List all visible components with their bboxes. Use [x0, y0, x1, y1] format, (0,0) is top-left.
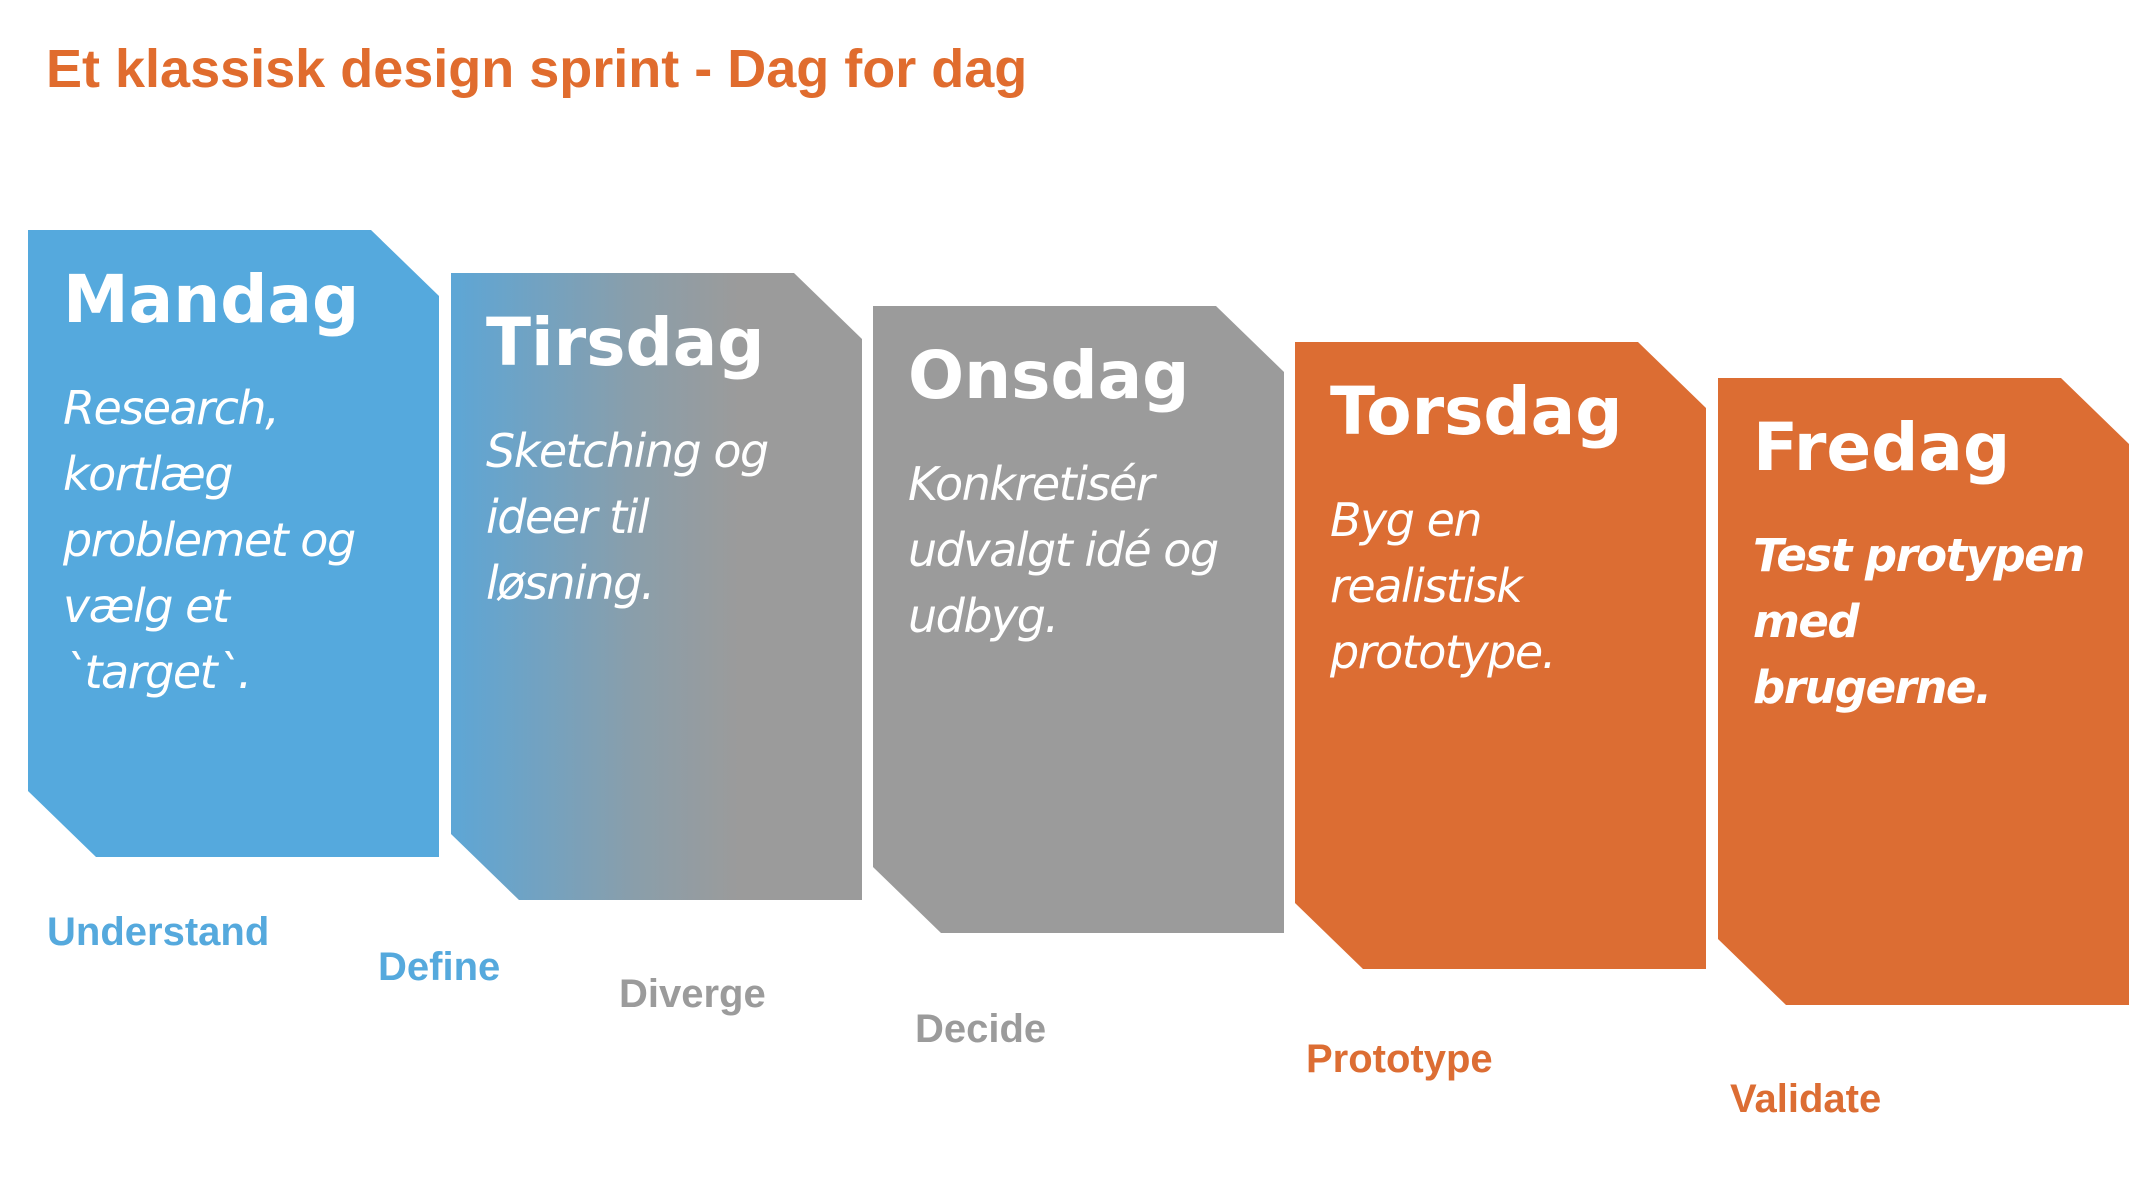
phase-label-prototype: Prototype [1306, 1037, 1493, 1081]
day-card-mandag: Mandag Research, kortlæg problemet og væ… [28, 230, 439, 857]
day-title: Fredag [1753, 409, 2011, 486]
phase-label-decide: Decide [915, 1007, 1047, 1051]
phase-label-diverge: Diverge [619, 972, 766, 1016]
day-description: Konkretisér udvalgt idé og udbyg. [908, 456, 1219, 643]
day-description: Byg en realistisk prototype. [1330, 492, 1556, 679]
day-title: Onsdag [908, 337, 1190, 414]
day-card-onsdag: Onsdag Konkretisér udvalgt idé og udbyg. [873, 306, 1284, 933]
day-card-torsdag: Torsdag Byg en realistisk prototype. [1295, 342, 1706, 969]
day-card-fredag: Fredag Test protypen med brugerne. [1718, 378, 2129, 1005]
page-title: Et klassisk design sprint - Dag for dag [46, 39, 1028, 99]
phase-label-validate: Validate [1730, 1077, 1882, 1121]
phase-label-understand: Understand [47, 910, 270, 954]
day-title: Mandag [63, 261, 360, 338]
day-card-tirsdag: Tirsdag Sketching og ideer til løsning. [451, 273, 862, 900]
day-description: Research, kortlæg problemet og vælg et `… [63, 380, 356, 699]
day-description: Test protypen med brugerne. [1753, 528, 2085, 714]
phase-label-define: Define [378, 945, 501, 989]
day-title: Torsdag [1330, 373, 1623, 450]
day-title: Tirsdag [486, 304, 765, 381]
day-description: Sketching og ideer til løsning. [486, 423, 769, 610]
